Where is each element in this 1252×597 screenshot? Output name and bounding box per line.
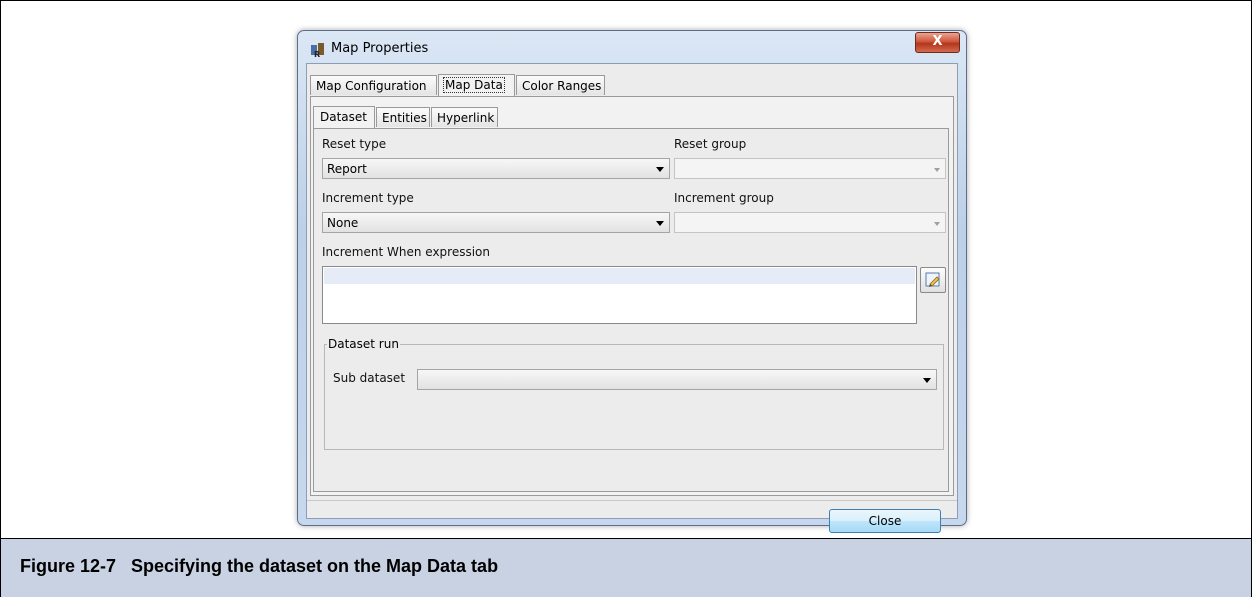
expression-editor-button[interactable] [920, 267, 946, 293]
tab-entities[interactable]: Entities [376, 107, 430, 127]
figure-frame: R Map Properties X Map Configuration Map… [0, 0, 1252, 597]
increment-when-label: Increment When expression [322, 245, 490, 259]
tab-label: Color Ranges [522, 79, 602, 93]
increment-type-select[interactable]: None [322, 212, 670, 233]
tab-dataset[interactable]: Dataset [313, 106, 375, 128]
tab-label: Entities [382, 111, 427, 125]
chevron-down-icon [934, 168, 940, 172]
map-data-panel: Dataset Entities Hyperlink Reset type Re… [310, 96, 954, 496]
dataset-run-group: Dataset run Sub dataset [324, 337, 944, 450]
increment-type-label: Increment type [322, 191, 414, 205]
map-properties-dialog: R Map Properties X Map Configuration Map… [297, 30, 967, 533]
tab-color-ranges[interactable]: Color Ranges [516, 75, 605, 95]
figure-title: Specifying the dataset on the Map Data t… [131, 556, 499, 576]
tab-label: Hyperlink [437, 111, 495, 125]
figure-caption: Figure 12-7 Specifying the dataset on th… [1, 538, 1251, 597]
reset-type-select[interactable]: Report [322, 158, 670, 179]
svg-text:R: R [314, 50, 320, 58]
figure-number: Figure 12-7 [20, 556, 117, 576]
tab-label: Map Configuration [316, 79, 427, 93]
tab-label: Map Data [443, 77, 505, 93]
dialog-client-area: Map Configuration Map Data Color Ranges … [306, 63, 958, 533]
chevron-down-icon [656, 221, 664, 226]
pencil-edit-icon [925, 272, 940, 287]
window-close-button[interactable]: X [915, 32, 960, 53]
reset-type-value: Report [327, 162, 367, 176]
reset-group-select[interactable] [674, 158, 946, 179]
reset-group-label: Reset group [674, 137, 747, 151]
chevron-down-icon [934, 222, 940, 226]
button-bar-separator [307, 500, 957, 501]
increment-type-value: None [327, 216, 359, 230]
tab-label: Dataset [320, 110, 367, 124]
dataset-panel: Reset type Report Reset group Increment … [313, 128, 949, 492]
dataset-run-legend: Dataset run [327, 337, 400, 351]
title-bar[interactable]: R Map Properties X [298, 31, 966, 63]
tab-map-data[interactable]: Map Data [438, 74, 515, 96]
current-line-highlight [324, 268, 915, 284]
reset-type-label: Reset type [322, 137, 387, 151]
tab-hyperlink[interactable]: Hyperlink [431, 107, 498, 127]
chevron-down-icon [923, 378, 931, 383]
sub-dataset-select[interactable] [417, 369, 937, 390]
sub-dataset-label: Sub dataset [333, 371, 406, 385]
increment-group-label: Increment group [674, 191, 774, 205]
close-button[interactable]: Close [829, 509, 941, 533]
tab-map-configuration[interactable]: Map Configuration [310, 75, 437, 95]
app-icon: R [310, 42, 326, 59]
window-title: Map Properties [331, 41, 429, 56]
increment-group-select[interactable] [674, 212, 946, 233]
increment-when-expression-input[interactable] [322, 266, 917, 324]
chevron-down-icon [656, 167, 664, 172]
